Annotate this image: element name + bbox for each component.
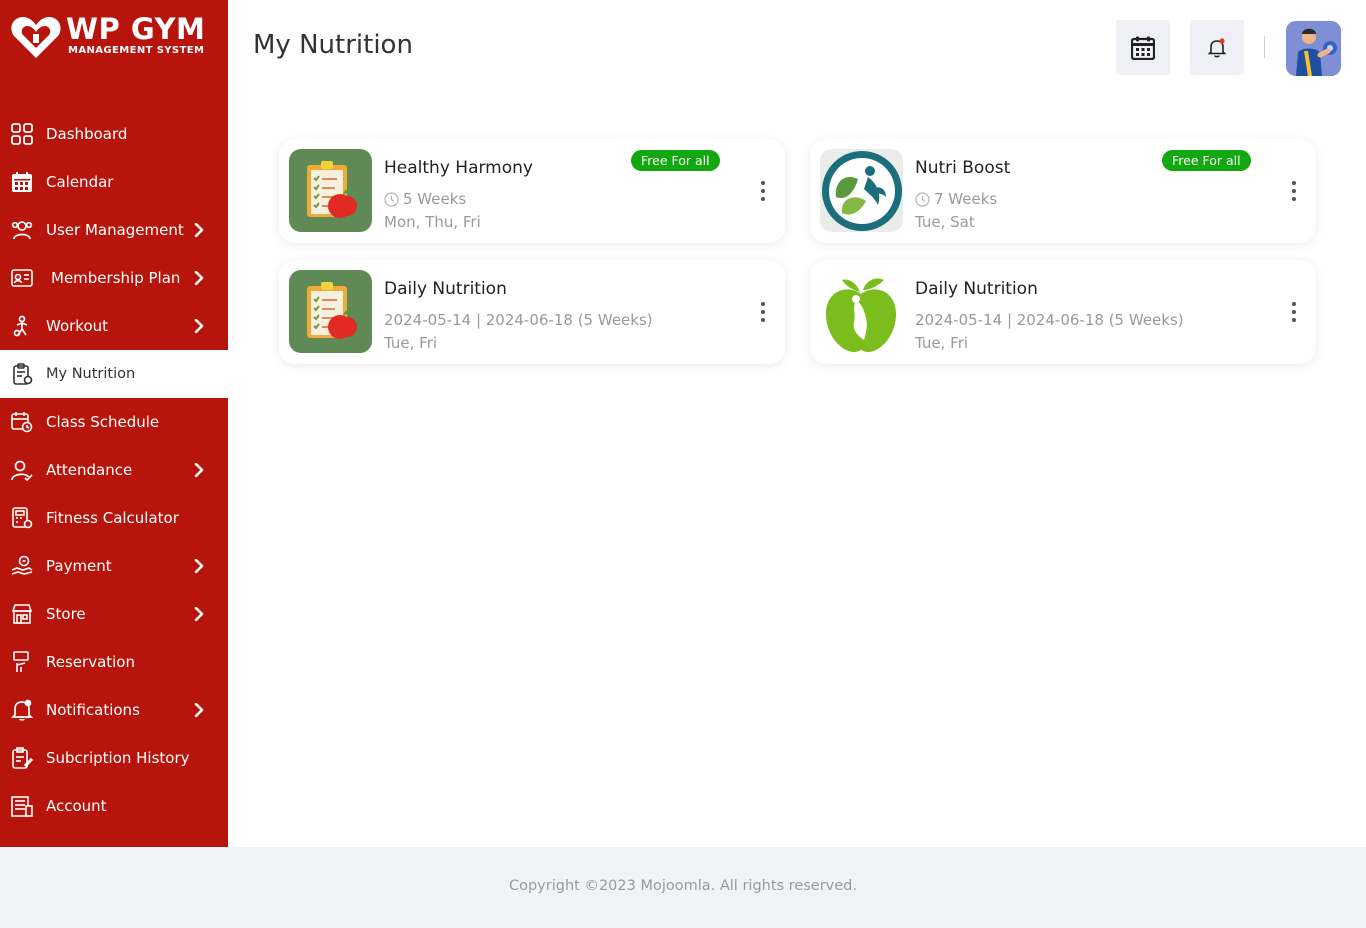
sidebar-item-label: Fitness Calculator — [46, 509, 179, 527]
chevron-right-icon — [194, 271, 204, 285]
avatar[interactable] — [1286, 21, 1341, 76]
sidebar-nav: Dashboard Calendar User Management Membe… — [0, 110, 228, 830]
sidebar-item-reservation[interactable]: Reservation — [0, 638, 228, 686]
sidebar-item-account[interactable]: Account — [0, 782, 228, 830]
sidebar-item-label: Dashboard — [46, 125, 128, 143]
more-options-icon[interactable] — [1284, 177, 1304, 205]
grid-icon — [10, 122, 34, 146]
sidebar-item-label: My Nutrition — [46, 366, 136, 382]
sidebar-item-membership-plan[interactable]: Membership Plan — [0, 254, 228, 302]
clock-icon — [384, 191, 399, 207]
sidebar-item-label: Class Schedule — [46, 413, 160, 431]
free-badge: Free For all — [631, 150, 720, 171]
user-avatar-icon — [1286, 21, 1341, 76]
sidebar-item-label: Membership Plan — [51, 269, 181, 287]
sidebar-item-label: Calendar — [46, 173, 114, 191]
card-duration: 7 Weeks — [915, 190, 997, 208]
chevron-right-icon — [194, 559, 204, 573]
sidebar-item-subscription-history[interactable]: Subcription History — [0, 734, 228, 782]
sidebar-item-calendar[interactable]: Calendar — [0, 158, 228, 206]
sidebar-item-workout[interactable]: Workout — [0, 302, 228, 350]
sidebar-item-label: Account — [46, 797, 107, 815]
sidebar: WP GYM MANAGEMENT SYSTEM Dashboard Calen… — [0, 0, 228, 847]
card-duration: 2024-05-14 | 2024-06-18 (5 Weeks) — [384, 311, 653, 329]
card-title: Nutri Boost — [915, 158, 1011, 178]
green-apple-icon — [820, 270, 903, 353]
bell-icon — [10, 698, 34, 722]
nutrition-card[interactable]: Daily Nutrition 2024-05-14 | 2024-06-18 … — [810, 260, 1316, 364]
card-days: Tue, Fri — [384, 334, 438, 352]
nutrition-card[interactable]: Healthy Harmony Free For all 5 Weeks Mon… — [279, 139, 785, 243]
card-title: Daily Nutrition — [915, 279, 1038, 299]
sidebar-item-fitness-calculator[interactable]: Fitness Calculator — [0, 494, 228, 542]
nutrition-card[interactable]: Daily Nutrition 2024-05-14 | 2024-06-18 … — [279, 260, 785, 364]
users-icon — [10, 218, 34, 242]
chevron-right-icon — [194, 607, 204, 621]
copyright-text: Copyright ©2023 Mojoomla. All rights res… — [508, 878, 857, 894]
account-icon — [10, 794, 34, 818]
more-options-icon[interactable] — [753, 298, 773, 326]
card-duration: 2024-05-14 | 2024-06-18 (5 Weeks) — [915, 311, 1184, 329]
sidebar-item-notifications[interactable]: Notifications — [0, 686, 228, 734]
sidebar-item-user-management[interactable]: User Management — [0, 206, 228, 254]
heart-logo-icon — [11, 17, 61, 58]
duration-text: 7 Weeks — [934, 190, 998, 208]
workout-icon — [10, 314, 34, 338]
sidebar-item-label: Reservation — [46, 653, 135, 671]
logo[interactable]: WP GYM MANAGEMENT SYSTEM — [10, 12, 220, 62]
footer: Copyright ©2023 Mojoomla. All rights res… — [0, 847, 1366, 928]
sidebar-item-payment[interactable]: Payment — [0, 542, 228, 590]
sidebar-item-label: Store — [46, 605, 86, 623]
sidebar-item-label: Workout — [46, 317, 109, 335]
card-title: Healthy Harmony — [384, 158, 533, 178]
clock-icon — [915, 191, 930, 207]
history-icon — [10, 746, 34, 770]
notifications-button[interactable] — [1190, 20, 1244, 75]
payment-icon — [10, 554, 34, 578]
clipboard-apple-icon — [289, 149, 372, 232]
user-check-icon — [10, 458, 34, 482]
sidebar-item-label: Notifications — [46, 701, 140, 719]
brand-title: WP GYM — [66, 12, 206, 46]
chevron-right-icon — [194, 703, 204, 717]
page-title: My Nutrition — [253, 30, 413, 60]
card-duration: 5 Weeks — [384, 190, 466, 208]
sidebar-item-label: Subcription History — [46, 749, 190, 767]
calendar-button[interactable] — [1116, 20, 1170, 75]
sidebar-item-store[interactable]: Store — [0, 590, 228, 638]
sidebar-item-my-nutrition[interactable]: My Nutrition — [0, 350, 228, 398]
card-days: Mon, Thu, Fri — [384, 213, 481, 231]
schedule-icon — [10, 410, 34, 434]
sidebar-item-class-schedule[interactable]: Class Schedule — [0, 398, 228, 446]
reservation-icon — [10, 650, 34, 674]
header-divider — [1264, 36, 1265, 58]
clipboard-icon — [10, 362, 34, 386]
sidebar-item-attendance[interactable]: Attendance — [0, 446, 228, 494]
bell-icon — [1207, 37, 1227, 57]
free-badge: Free For all — [1162, 150, 1251, 171]
sidebar-item-label: User Management — [46, 221, 184, 239]
store-icon — [10, 602, 34, 626]
card-days: Tue, Fri — [915, 334, 969, 352]
more-options-icon[interactable] — [1284, 298, 1304, 326]
more-options-icon[interactable] — [753, 177, 773, 205]
id-card-icon — [10, 266, 34, 290]
card-days: Tue, Sat — [915, 213, 975, 231]
calendar-icon — [1131, 36, 1155, 60]
chevron-right-icon — [194, 319, 204, 333]
nutrition-card[interactable]: Nutri Boost Free For all 7 Weeks Tue, Sa… — [810, 139, 1316, 243]
calculator-icon — [10, 506, 34, 530]
brand-subtitle: MANAGEMENT SYSTEM — [68, 45, 205, 56]
chevron-right-icon — [194, 463, 204, 477]
calendar-icon — [10, 170, 34, 194]
card-title: Daily Nutrition — [384, 279, 507, 299]
duration-text: 5 Weeks — [403, 190, 467, 208]
leaf-person-icon — [820, 149, 903, 232]
sidebar-item-label: Payment — [46, 557, 112, 575]
sidebar-item-label: Attendance — [46, 461, 133, 479]
chevron-right-icon — [194, 223, 204, 237]
clipboard-apple-icon — [289, 270, 372, 353]
sidebar-item-dashboard[interactable]: Dashboard — [0, 110, 228, 158]
